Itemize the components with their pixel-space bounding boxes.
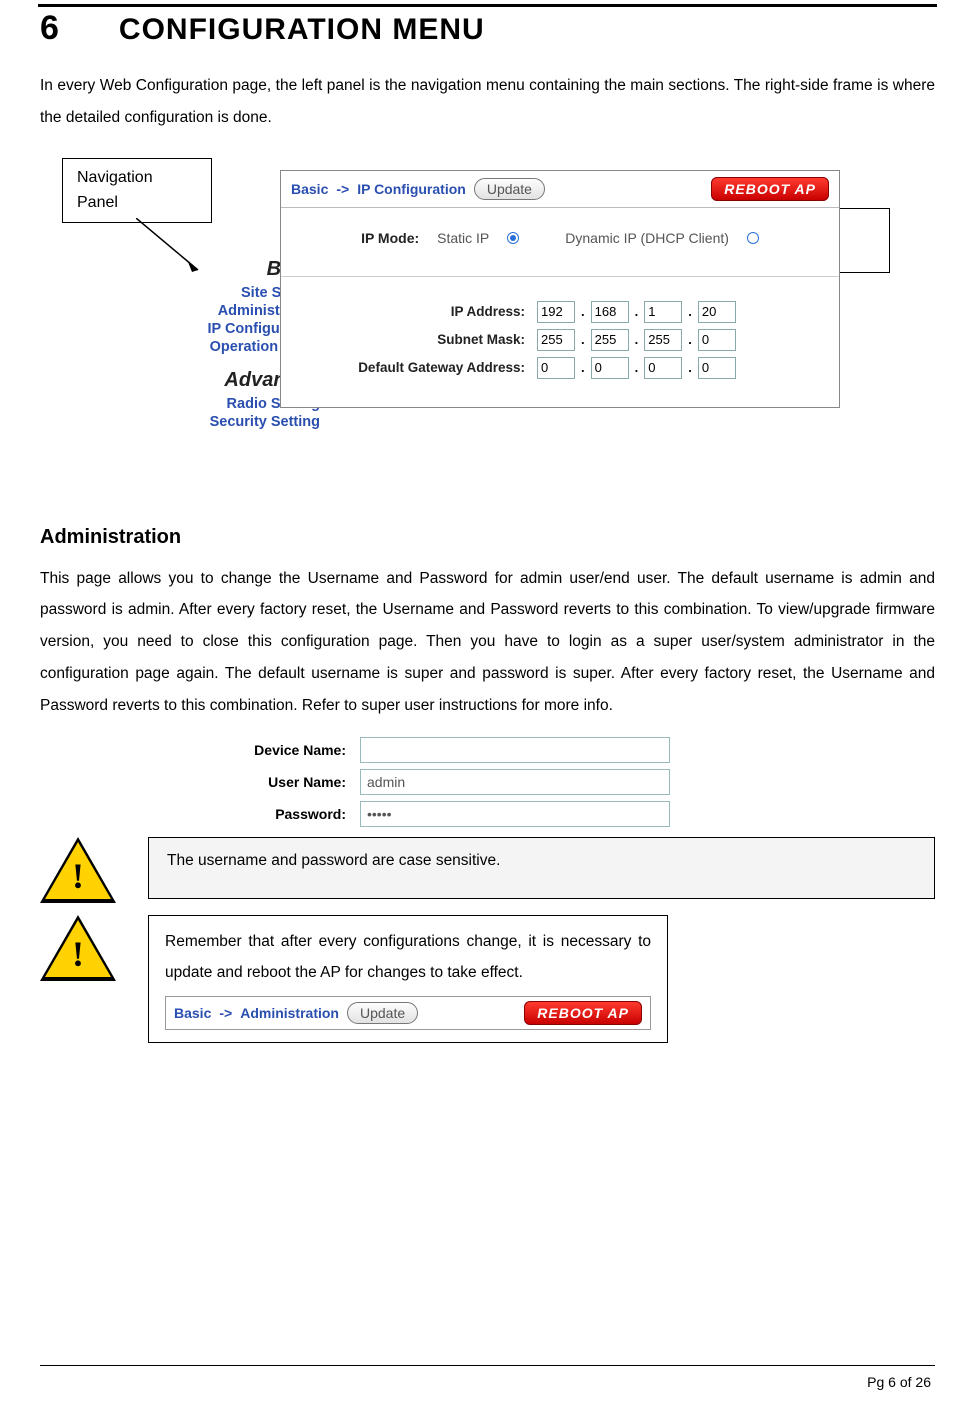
warning-box-reboot: Remember that after every configurations…	[148, 915, 668, 1043]
warning-text: Remember that after every configurations…	[165, 926, 651, 988]
footer-rule	[40, 1365, 935, 1366]
breadcrumb-arrow: ->	[336, 181, 349, 197]
breadcrumb-current: IP Configuration	[357, 181, 466, 197]
gw-octet-2[interactable]	[591, 357, 629, 379]
gw-octet-3[interactable]	[644, 357, 682, 379]
mask-octet-1[interactable]	[537, 329, 575, 351]
chapter-number: 6	[40, 9, 59, 48]
password-label: Password:	[180, 806, 360, 822]
device-name-input[interactable]	[360, 737, 670, 763]
callout-navigation-panel: Navigation Panel	[62, 158, 212, 223]
administration-paragraph: This page allows you to change the Usern…	[40, 563, 935, 722]
update-button[interactable]: Update	[347, 1002, 418, 1024]
subnet-mask-label: Subnet Mask:	[301, 332, 531, 347]
ip-octet-1[interactable]	[537, 301, 575, 323]
mask-octet-2[interactable]	[591, 329, 629, 351]
ip-mode-dynamic-radio[interactable]	[747, 232, 759, 244]
mask-octet-4[interactable]	[698, 329, 736, 351]
breadcrumb-root: Basic	[291, 181, 328, 197]
warning-box-case-sensitive: The username and password are case sensi…	[148, 837, 935, 899]
ip-mode-static-radio[interactable]	[507, 232, 519, 244]
device-name-label: Device Name:	[180, 742, 360, 758]
user-name-label: User Name:	[180, 774, 360, 790]
ip-octet-2[interactable]	[591, 301, 629, 323]
ip-mode-static-label: Static IP	[437, 230, 489, 246]
configuration-panel: Basic -> IP Configuration Update REBOOT …	[280, 170, 840, 408]
breadcrumb-root: Basic	[174, 1005, 211, 1021]
admin-form: Device Name: User Name: Password:	[180, 737, 935, 827]
nav-link-security-setting[interactable]: Security Setting	[150, 414, 320, 430]
breadcrumb: Basic -> IP Configuration Update REBOOT …	[281, 171, 839, 208]
gateway-label: Default Gateway Address:	[301, 360, 531, 375]
reboot-button[interactable]: REBOOT AP	[524, 1001, 642, 1025]
gw-octet-1[interactable]	[537, 357, 575, 379]
ip-mode-dynamic-label: Dynamic IP (DHCP Client)	[565, 230, 729, 246]
password-input[interactable]	[360, 801, 670, 827]
chapter-title: CONFIGURATION MENU	[119, 13, 485, 47]
page-number: Pg 6 of 26	[867, 1374, 931, 1390]
ip-octet-4[interactable]	[698, 301, 736, 323]
update-button[interactable]: Update	[474, 178, 545, 200]
mini-breadcrumb-bar: Basic -> Administration Update REBOOT AP	[165, 996, 651, 1030]
gw-octet-4[interactable]	[698, 357, 736, 379]
user-name-input[interactable]	[360, 769, 670, 795]
figure-ip-configuration: Navigation Panel Configuration Panel Bas…	[40, 148, 935, 508]
warning-icon: !	[40, 837, 118, 907]
mask-octet-3[interactable]	[644, 329, 682, 351]
ip-mode-label: IP Mode:	[361, 230, 419, 246]
ip-address-label: IP Address:	[301, 304, 531, 319]
ip-octet-3[interactable]	[644, 301, 682, 323]
breadcrumb-current: Administration	[240, 1005, 339, 1021]
intro-paragraph: In every Web Configuration page, the lef…	[40, 70, 935, 134]
breadcrumb-arrow: ->	[219, 1005, 232, 1021]
warning-icon: !	[40, 915, 118, 985]
reboot-button[interactable]: REBOOT AP	[711, 177, 829, 201]
section-heading-administration: Administration	[40, 526, 935, 549]
